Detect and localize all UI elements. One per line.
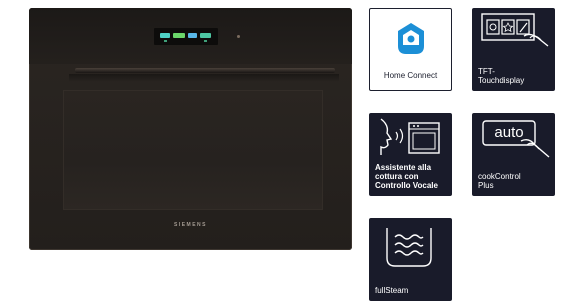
tft-label: TFT- Touchdisplay [478,67,525,85]
voice-control-label: Assistente alla cottura con Controllo Vo… [375,163,438,190]
brand-logo: SIEMENS [173,222,207,228]
auto-badge: auto [494,124,524,141]
product-page: SIEMENS Home Connect TFT- Touchdisplay A… [0,0,575,308]
oven-product-image: SIEMENS [29,8,352,250]
door-handle [75,68,335,73]
fullsteam-label: fullSteam [375,286,409,295]
touch-display-icon [481,13,549,47]
home-connect-icon [398,23,424,54]
feature-tile-fullsteam[interactable]: fullSteam [369,218,452,301]
feature-tile-tft-touchdisplay[interactable]: TFT- Touchdisplay [472,8,555,91]
cookcontrol-label: cookControl Plus [478,172,521,190]
feature-tile-home-connect[interactable]: Home Connect [369,8,452,91]
oven-door-glass [63,90,323,210]
steam-icon [386,228,432,267]
home-connect-label: Home Connect [383,71,438,80]
oven-display [154,28,218,45]
feature-tile-voice-control[interactable]: Assistente alla cottura con Controllo Vo… [369,113,452,196]
voice-control-icon [380,118,440,155]
status-indicator [237,35,240,38]
feature-tile-cookcontrol-plus[interactable]: auto cookControl Plus [472,113,555,196]
